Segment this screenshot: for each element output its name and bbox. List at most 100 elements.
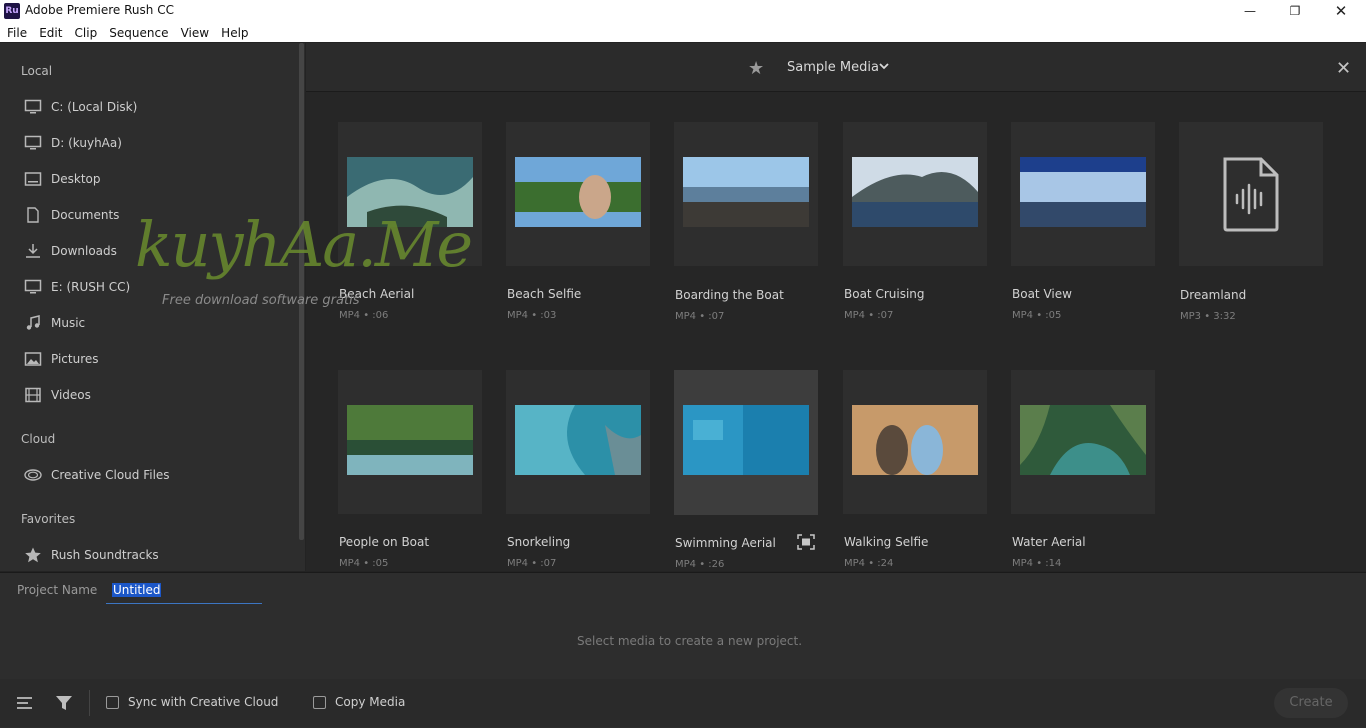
menu-clip[interactable]: Clip (75, 23, 98, 40)
sync-creative-cloud-label: Sync with Creative Cloud (128, 695, 279, 709)
media-tile-snorkeling[interactable] (506, 370, 650, 514)
media-name: Snorkeling (507, 535, 571, 549)
sidebar-item-e-drive[interactable]: E: (RUSH CC) (24, 277, 130, 297)
filter-icon[interactable] (55, 694, 73, 712)
section-cloud: Cloud (21, 432, 56, 446)
project-name-label: Project Name (17, 583, 98, 597)
media-tile-swimming-aerial[interactable] (674, 370, 818, 515)
toolbar-divider (89, 690, 90, 716)
sidebar-item-label: Desktop (51, 172, 101, 186)
picture-icon (24, 351, 42, 367)
thumbnail (347, 157, 473, 227)
thumbnail (515, 157, 641, 227)
section-local: Local (21, 64, 53, 78)
sidebar-item-documents[interactable]: Documents (24, 205, 119, 225)
star-icon (24, 547, 42, 563)
sidebar-item-label: C: (Local Disk) (51, 100, 138, 114)
sidebar-item-downloads[interactable]: Downloads (24, 241, 117, 261)
document-icon (24, 207, 42, 223)
sidebar (0, 43, 305, 571)
media-name: Dreamland (1180, 288, 1247, 302)
media-meta: MP4 • :03 (507, 310, 557, 321)
sidebar-item-label: D: (kuyhAa) (51, 136, 122, 150)
media-name: Boat View (1012, 287, 1072, 301)
thumbnail (515, 405, 641, 475)
sidebar-item-label: Videos (51, 388, 91, 402)
media-meta: MP3 • 3:32 (1180, 311, 1236, 322)
sidebar-item-rush-soundtracks[interactable]: Rush Soundtracks (24, 545, 159, 565)
media-meta: MP4 • :07 (675, 311, 725, 322)
close-icon[interactable]: ✕ (1336, 58, 1351, 79)
sync-creative-cloud-checkbox[interactable] (106, 696, 119, 709)
menu-sequence[interactable]: Sequence (109, 23, 168, 40)
media-meta: MP4 • :07 (844, 310, 894, 321)
media-name: People on Boat (339, 535, 430, 549)
sidebar-item-desktop[interactable]: Desktop (24, 169, 101, 189)
favorite-star-icon[interactable]: ★ (748, 58, 764, 79)
chevron-down-icon[interactable] (877, 59, 891, 73)
project-name-value[interactable]: Untitled (112, 583, 162, 597)
sidebar-scrollbar[interactable] (299, 43, 304, 540)
menu-edit[interactable]: Edit (39, 23, 62, 40)
sidebar-item-pictures[interactable]: Pictures (24, 349, 99, 369)
fullscreen-preview-icon[interactable] (797, 534, 815, 550)
window-title: Adobe Premiere Rush CC (25, 3, 174, 17)
sidebar-item-label: Documents (51, 208, 120, 222)
download-icon (24, 243, 42, 259)
media-meta: MP4 • :24 (844, 558, 894, 569)
menu-help[interactable]: Help (221, 23, 248, 40)
menu-bar: File Edit Clip Sequence View Help (0, 22, 1366, 42)
minimize-button[interactable]: — (1227, 0, 1273, 22)
media-meta: MP4 • :05 (1012, 310, 1062, 321)
thumbnail (852, 157, 978, 227)
monitor-icon (24, 135, 42, 151)
media-meta: MP4 • :06 (339, 310, 389, 321)
sidebar-item-videos[interactable]: Videos (24, 385, 91, 405)
list-view-icon[interactable] (16, 694, 34, 712)
location-dropdown[interactable]: Sample Media (787, 60, 879, 75)
media-name: Beach Aerial (339, 287, 415, 301)
thumbnail (1020, 157, 1146, 227)
section-favorites: Favorites (21, 512, 76, 526)
thumbnail (683, 405, 809, 475)
media-tile-dreamland[interactable] (1179, 122, 1323, 266)
sidebar-item-label: Creative Cloud Files (51, 468, 170, 482)
sidebar-item-label: E: (RUSH CC) (51, 280, 131, 294)
create-button[interactable]: Create (1274, 688, 1348, 718)
media-meta: MP4 • :14 (1012, 558, 1062, 569)
thumbnail (347, 405, 473, 475)
maximize-button[interactable]: ❐ (1272, 0, 1318, 22)
title-bar: Ru Adobe Premiere Rush CC — ❐ ✕ (0, 0, 1366, 22)
thumbnail (1020, 405, 1146, 475)
media-tile-people-on-boat[interactable] (338, 370, 482, 514)
close-window-button[interactable]: ✕ (1318, 0, 1364, 22)
sidebar-item-label: Pictures (51, 352, 99, 366)
sidebar-item-music[interactable]: Music (24, 313, 85, 333)
film-icon (24, 387, 42, 403)
audio-file-icon (1223, 157, 1279, 232)
sidebar-item-label: Rush Soundtracks (51, 548, 159, 562)
media-tile-walking-selfie[interactable] (843, 370, 987, 514)
select-media-hint: Select media to create a new project. (577, 634, 803, 648)
sidebar-item-label: Downloads (51, 244, 117, 258)
media-tile-water-aerial[interactable] (1011, 370, 1155, 514)
copy-media-checkbox[interactable] (313, 696, 326, 709)
media-tile-boarding-the-boat[interactable] (674, 122, 818, 266)
media-tile-boat-view[interactable] (1011, 122, 1155, 266)
media-tile-boat-cruising[interactable] (843, 122, 987, 266)
monitor-icon (24, 279, 42, 295)
media-name: Boat Cruising (844, 287, 925, 301)
menu-view[interactable]: View (181, 23, 209, 40)
media-name: Swimming Aerial (675, 536, 776, 550)
media-meta: MP4 • :07 (507, 558, 557, 569)
media-name: Water Aerial (1012, 535, 1086, 549)
sidebar-item-c-drive[interactable]: C: (Local Disk) (24, 97, 137, 117)
menu-file[interactable]: File (7, 23, 27, 40)
app-icon: Ru (4, 3, 20, 19)
media-name: Boarding the Boat (675, 288, 784, 302)
media-tile-beach-aerial[interactable] (338, 122, 482, 266)
thumbnail (683, 157, 809, 227)
sidebar-item-d-drive[interactable]: D: (kuyhAa) (24, 133, 122, 153)
media-tile-beach-selfie[interactable] (506, 122, 650, 266)
sidebar-item-creative-cloud-files[interactable]: Creative Cloud Files (24, 465, 170, 485)
